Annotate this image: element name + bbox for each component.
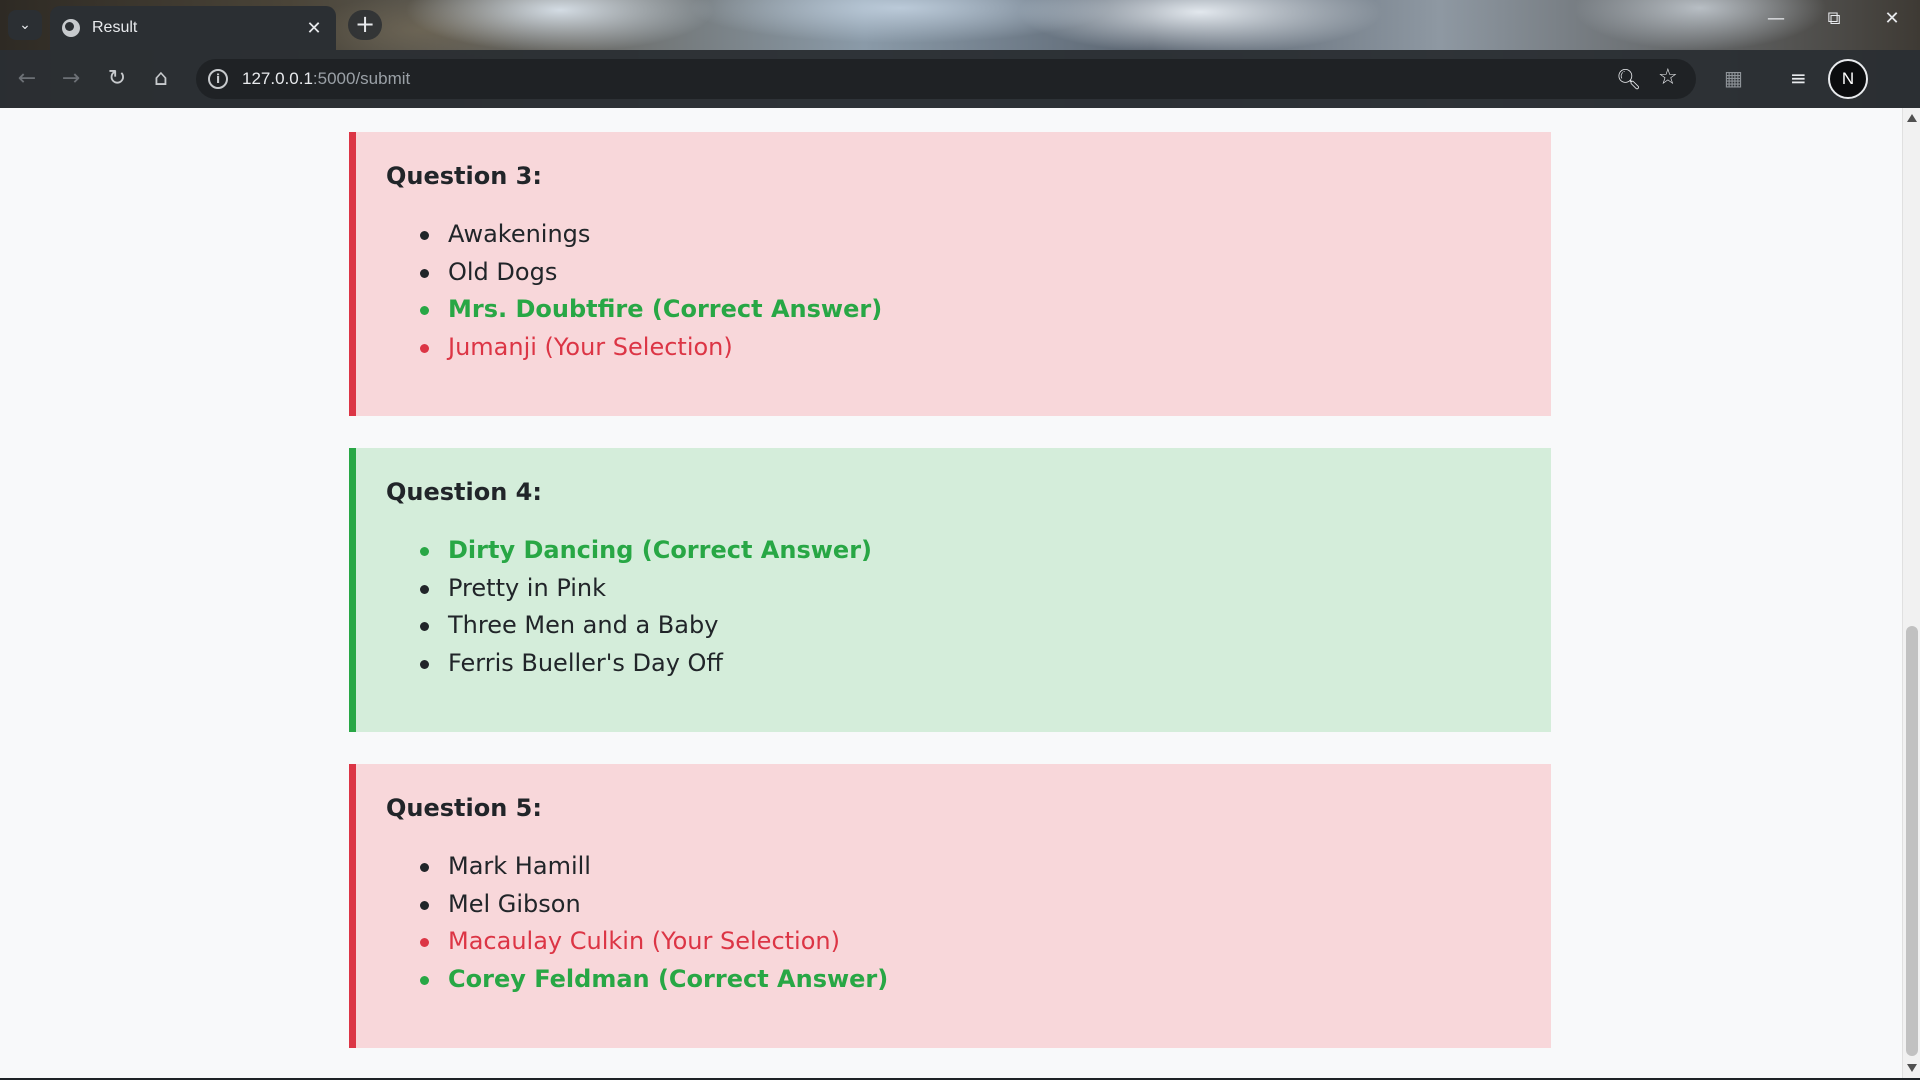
tab-result[interactable]: Result ✕	[50, 6, 336, 50]
page-content: Question 3: Awakenings Old Dogs Mrs. Doubtf…	[0, 108, 1902, 1078]
browser-chrome: ⌄ Result ✕ + — ⧉ ✕ ← → ↻ ⌂ i 127.0.0.1:5…	[0, 0, 1920, 108]
question-card: Question 4: Dirty Dancing (Correct Answer…	[349, 448, 1551, 732]
tab-search-button[interactable]: ⌄	[8, 10, 42, 40]
close-icon[interactable]: ✕	[304, 18, 324, 39]
arrow-right-icon: →	[61, 66, 81, 91]
bookmark-star-icon[interactable]: ☆	[1658, 65, 1678, 90]
zoom-icon[interactable]: 🔍︎	[1616, 67, 1641, 91]
question-card: Question 3: Awakenings Old Dogs Mrs. Doubtf…	[349, 132, 1551, 416]
chevron-down-icon: ⌄	[19, 17, 31, 33]
answer-option: Corey Feldman (Correct Answer)	[420, 961, 1551, 999]
media-control-icon[interactable]: ≡	[1790, 66, 1807, 90]
forward-button[interactable]: →	[56, 64, 86, 94]
question-title: Question 4:	[386, 478, 542, 506]
answer-option: Pretty in Pink	[420, 570, 1551, 608]
vertical-scrollbar[interactable]	[1902, 108, 1920, 1078]
url-path: :5000/submit	[312, 69, 411, 88]
answer-option: Ferris Bueller's Day Off	[420, 645, 1551, 683]
window-close-button[interactable]: ✕	[1872, 8, 1912, 29]
minimize-button[interactable]: —	[1756, 8, 1796, 29]
answer-option: Mrs. Doubtfire (Correct Answer)	[420, 291, 1551, 329]
answer-options-list: Dirty Dancing (Correct Answer) Pretty in …	[386, 532, 1551, 682]
tab-title: Result	[92, 19, 138, 36]
answer-option: Jumanji (Your Selection)	[420, 329, 1551, 367]
question-title: Question 3:	[386, 162, 542, 190]
answer-option: Old Dogs	[420, 254, 1551, 292]
browser-toolbar: ← → ↻ ⌂ i 127.0.0.1:5000/submit 🔍︎ ☆ ▦ ≡…	[0, 50, 1920, 108]
question-title: Question 5:	[386, 794, 542, 822]
home-icon: ⌂	[154, 66, 168, 91]
address-bar[interactable]: i 127.0.0.1:5000/submit 🔍︎ ☆	[196, 59, 1696, 99]
new-tab-button[interactable]: +	[348, 10, 382, 40]
arrow-left-icon: ←	[17, 66, 37, 91]
answer-option: Awakenings	[420, 216, 1551, 254]
answer-option: Mark Hamill	[420, 848, 1551, 886]
extensions-icon[interactable]: ▦	[1724, 66, 1743, 90]
info-icon[interactable]: i	[208, 69, 228, 89]
scroll-up-arrow[interactable]	[1907, 114, 1917, 122]
url-host: 127.0.0.1	[242, 69, 313, 88]
profile-avatar[interactable]: N	[1828, 59, 1868, 99]
globe-icon	[62, 19, 80, 37]
plus-icon: +	[354, 10, 376, 38]
url-text[interactable]: 127.0.0.1:5000/submit	[242, 69, 410, 89]
scroll-thumb[interactable]	[1906, 626, 1918, 1056]
home-button[interactable]: ⌂	[146, 64, 176, 94]
reload-icon: ↻	[107, 66, 127, 91]
restore-button[interactable]: ⧉	[1814, 8, 1854, 29]
answer-option: Three Men and a Baby	[420, 607, 1551, 645]
answer-options-list: Awakenings Old Dogs Mrs. Doubtfire (Correc…	[386, 216, 1551, 366]
scroll-down-arrow[interactable]	[1907, 1064, 1917, 1072]
question-card: Question 5: Mark Hamill Mel Gibson Macaulay…	[349, 764, 1551, 1048]
answer-option: Dirty Dancing (Correct Answer)	[420, 532, 1551, 570]
answer-option: Macaulay Culkin (Your Selection)	[420, 923, 1551, 961]
tab-strip: ⌄ Result ✕ + — ⧉ ✕	[0, 0, 1920, 50]
back-button[interactable]: ←	[12, 64, 42, 94]
answer-option: Mel Gibson	[420, 886, 1551, 924]
reload-button[interactable]: ↻	[102, 64, 132, 94]
answer-options-list: Mark Hamill Mel Gibson Macaulay Culkin (Yo…	[386, 848, 1551, 998]
